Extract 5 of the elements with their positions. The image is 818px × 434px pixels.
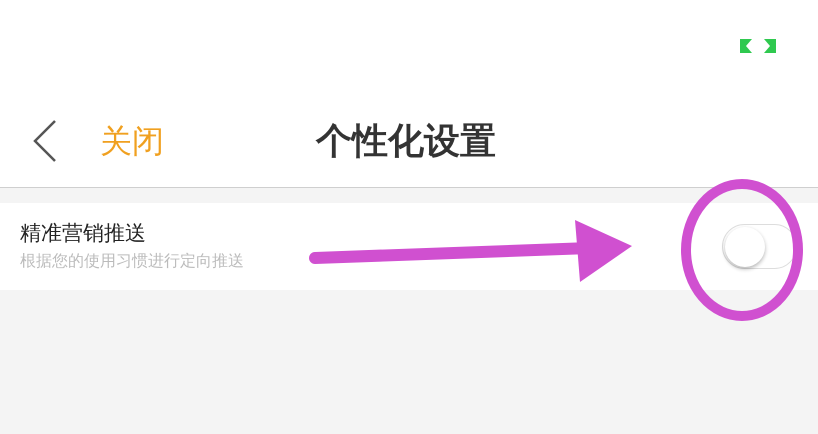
back-icon[interactable]: [32, 119, 58, 163]
page-title: 个性化设置: [316, 123, 496, 159]
setting-title: 精准营销推送: [20, 221, 147, 248]
close-button[interactable]: 关闭: [100, 125, 164, 157]
setting-description: 根据您的使用习惯进行定向推送: [20, 252, 244, 272]
